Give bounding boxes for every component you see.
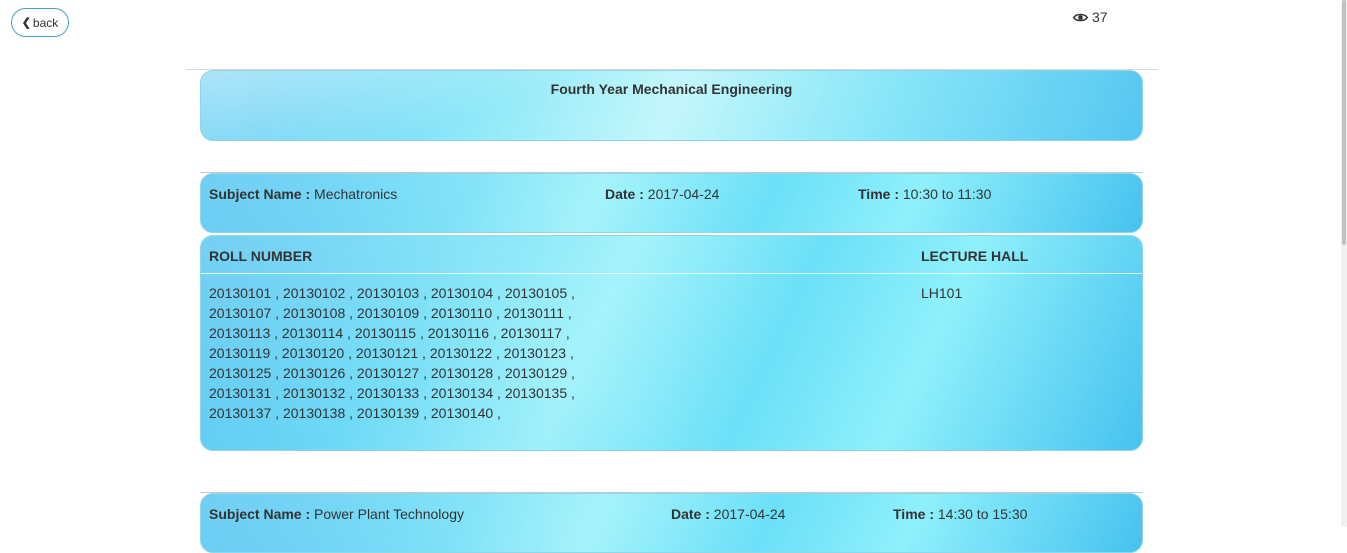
date-field: Date : 2017-04-24	[671, 506, 785, 522]
subject-name-label: Subject Name :	[209, 186, 311, 202]
time-field: Time : 14:30 to 15:30	[893, 506, 1027, 522]
eye-icon	[1073, 13, 1088, 21]
date-label: Date :	[671, 506, 710, 522]
roll-number-line: 20130107 , 20130108 , 20130109 , 2013011…	[209, 305, 572, 321]
time-label: Time :	[858, 186, 899, 202]
roll-number-line: 20130131 , 20130132 , 20130133 , 2013013…	[209, 385, 575, 401]
back-label: back	[32, 15, 59, 30]
subject-name-value: Power Plant Technology	[314, 506, 464, 522]
subject-header-panel: Subject Name : Mechatronics Date : 2017-…	[200, 173, 1143, 233]
date-value: 2017-04-24	[647, 186, 720, 202]
roll-number-line: 20130101 , 20130102 , 20130103 , 2013010…	[209, 285, 575, 301]
date-field: Date : 2017-04-24	[605, 186, 719, 202]
time-label: Time :	[893, 506, 934, 522]
subject-name-value: Mechatronics	[314, 186, 398, 202]
subject-name-field: Subject Name : Mechatronics	[209, 186, 397, 202]
roll-number-line: 20130125 , 20130126 , 20130127 , 2013012…	[209, 365, 575, 381]
roll-number-list: 20130101 , 20130102 , 20130103 , 2013010…	[209, 283, 609, 423]
exam-title-panel: Fourth Year Mechanical Engineering	[200, 70, 1143, 141]
subject-header-panel: Subject Name : Power Plant Technology Da…	[200, 493, 1143, 553]
seating-table-panel: ROLL NUMBER LECTURE HALL 20130101 , 2013…	[200, 235, 1143, 451]
time-field: Time : 10:30 to 11:30	[858, 186, 991, 202]
roll-number-line: 20130137 , 20130138 , 20130139 , 2013014…	[209, 405, 501, 421]
roll-number-line: 20130113 , 20130114 , 20130115 , 2013011…	[209, 325, 570, 341]
lecture-hall-header: LECTURE HALL	[921, 248, 1029, 264]
lecture-hall-value: LH101	[921, 285, 963, 301]
view-count: 37	[1092, 9, 1108, 25]
roll-number-header: ROLL NUMBER	[209, 248, 313, 264]
subject-name-field: Subject Name : Power Plant Technology	[209, 506, 464, 522]
time-value: 14:30 to 15:30	[937, 506, 1028, 522]
roll-number-line: 20130119 , 20130120 , 20130121 , 2013012…	[209, 345, 574, 361]
subject-name-label: Subject Name :	[209, 506, 311, 522]
page-scrollbar[interactable]	[1341, 0, 1347, 527]
date-value: 2017-04-24	[713, 506, 786, 522]
back-button[interactable]: ❮ back	[11, 8, 69, 37]
exam-title: Fourth Year Mechanical Engineering	[550, 81, 793, 97]
table-header-divider	[201, 273, 1142, 274]
time-value: 10:30 to 11:30	[902, 186, 992, 202]
date-label: Date :	[605, 186, 644, 202]
scrollbar-thumb[interactable]	[1342, 0, 1346, 245]
view-counter: 37	[1073, 9, 1108, 25]
chevron-left-icon: ❮	[21, 17, 31, 29]
